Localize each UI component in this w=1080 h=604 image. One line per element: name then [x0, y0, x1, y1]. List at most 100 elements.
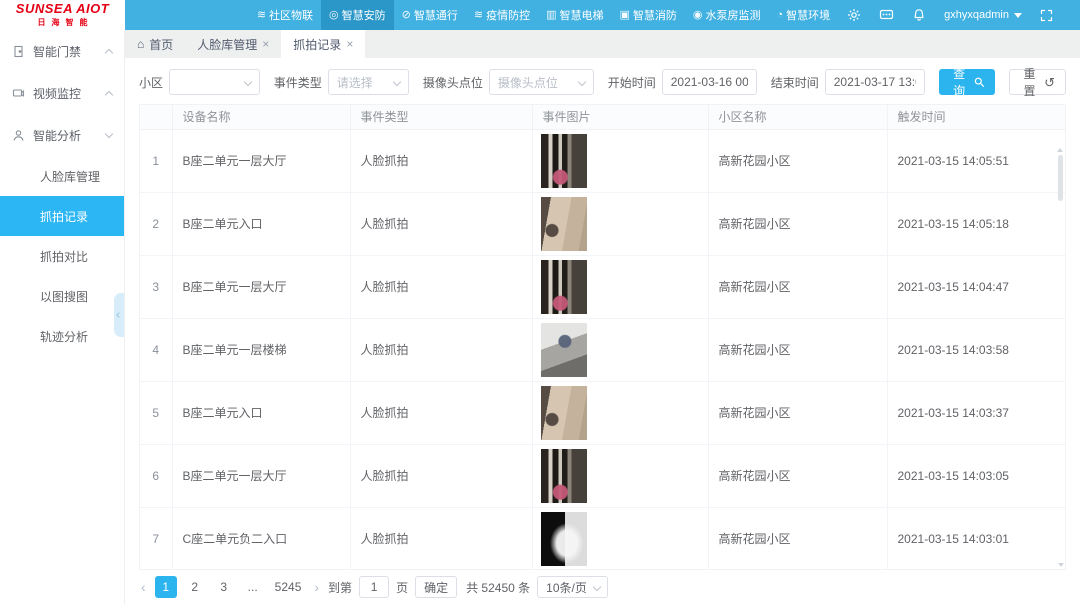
- page-number-button[interactable]: 1: [155, 576, 177, 598]
- device-name-cell: B座二单元一层楼梯: [172, 318, 350, 381]
- scrollbar-thumb[interactable]: [1058, 155, 1063, 201]
- event-snapshot-image[interactable]: [541, 512, 587, 566]
- sidebar-group-analysis[interactable]: 智能分析: [0, 114, 124, 156]
- next-page-icon[interactable]: ›: [312, 579, 321, 595]
- app-window: SUNSEA AIOT 日海智能 ≋ 社区物联 ◎ 智慧安防 ⊘ 智慧通行 ≋ …: [0, 0, 1080, 604]
- top-navbar: SUNSEA AIOT 日海智能 ≋ 社区物联 ◎ 智慧安防 ⊘ 智慧通行 ≋ …: [0, 0, 1080, 30]
- sidebar-item-label: 人脸库管理: [40, 168, 100, 185]
- event-snapshot-image[interactable]: [541, 386, 587, 440]
- pagination-bar: ‹ 1 2 3 ... 5245 › 到第 页 确定: [125, 570, 1080, 604]
- nav-item[interactable]: ▥ 智慧电梯: [538, 0, 611, 30]
- event-type-select[interactable]: 请选择: [328, 69, 409, 95]
- table-row[interactable]: 1 B座二单元一层大厅 人脸抓拍 高新花园小区 2021-03-15 14:05…: [140, 129, 1065, 192]
- event-snapshot-image[interactable]: [541, 260, 587, 314]
- page-size-select[interactable]: 10条/页: [537, 576, 608, 598]
- event-type-cell: 人脸抓拍: [350, 192, 532, 255]
- table-row[interactable]: 6 B座二单元一层大厅 人脸抓拍 高新花园小区 2021-03-15 14:03…: [140, 444, 1065, 507]
- community-name-cell: 高新花园小区: [708, 318, 887, 381]
- page-number-button[interactable]: ...: [242, 576, 264, 598]
- tab[interactable]: 抓拍记录 ×: [281, 30, 365, 58]
- community-filter-label: 小区: [139, 74, 163, 91]
- reset-button[interactable]: 重置 ↺: [1009, 69, 1066, 95]
- device-name-cell: B座二单元一层大厅: [172, 255, 350, 318]
- device-name-cell: B座二单元入口: [172, 381, 350, 444]
- end-time-input[interactable]: [825, 69, 925, 95]
- table-row[interactable]: 2 B座二单元入口 人脸抓拍 高新花园小区 2021-03-15 14:05:1…: [140, 192, 1065, 255]
- table-row[interactable]: 5 B座二单元入口 人脸抓拍 高新花园小区 2021-03-15 14:03:3…: [140, 381, 1065, 444]
- trigger-time-cell: 2021-03-15 14:03:01: [887, 507, 1065, 570]
- camera-placeholder: 摄像头点位: [498, 74, 558, 91]
- sidebar-item[interactable]: 抓拍记录: [0, 196, 124, 236]
- sidebar-item[interactable]: 抓拍对比: [0, 236, 124, 276]
- trigger-time-cell: 2021-03-15 14:04:47: [887, 255, 1065, 318]
- sidebar-group-video-monitor[interactable]: 视频监控: [0, 72, 124, 114]
- announcement-horn-icon[interactable]: [1062, 0, 1080, 30]
- nav-item[interactable]: ▣ 智慧消防: [612, 0, 685, 30]
- nav-item-label: 水泵房监测: [706, 7, 761, 23]
- nav-item[interactable]: ◔ 智慧环境: [769, 0, 839, 30]
- tab[interactable]: ⌂ 首页: [125, 30, 185, 58]
- tab-bar: ⌂ 首页 人脸库管理 × 抓拍记录 ×: [125, 30, 1080, 58]
- search-button[interactable]: 查询: [939, 69, 995, 95]
- door-access-icon: [12, 45, 25, 58]
- community-name-cell: 高新花园小区: [708, 444, 887, 507]
- event-type-cell: 人脸抓拍: [350, 129, 532, 192]
- jump-confirm-button[interactable]: 确定: [415, 576, 457, 598]
- event-snapshot-image[interactable]: [541, 323, 587, 377]
- event-image-cell: [532, 381, 708, 444]
- sidebar-collapse-handle[interactable]: [114, 293, 124, 337]
- start-time-input[interactable]: [662, 69, 757, 95]
- row-index: 7: [140, 507, 172, 570]
- page-number-button[interactable]: 2: [184, 576, 206, 598]
- table-row[interactable]: 3 B座二单元一层大厅 人脸抓拍 高新花园小区 2021-03-15 14:04…: [140, 255, 1065, 318]
- message-icon[interactable]: [870, 0, 903, 30]
- table-row[interactable]: 7 C座二单元负二入口 人脸抓拍 高新花园小区 2021-03-15 14:03…: [140, 507, 1065, 570]
- column-header-community: 小区名称: [708, 105, 887, 129]
- scroll-down-icon[interactable]: [1058, 563, 1064, 567]
- nav-item[interactable]: ⊘ 智慧通行: [394, 0, 466, 30]
- nav-item[interactable]: ≋ 疫情防控: [466, 0, 538, 30]
- row-index: 3: [140, 255, 172, 318]
- scroll-up-icon[interactable]: [1057, 131, 1063, 152]
- trigger-time-cell: 2021-03-15 14:05:18: [887, 192, 1065, 255]
- event-snapshot-image[interactable]: [541, 449, 587, 503]
- event-type-cell: 人脸抓拍: [350, 444, 532, 507]
- event-image-cell: [532, 444, 708, 507]
- tab-label: 首页: [149, 36, 173, 53]
- device-name-cell: C座二单元负二入口: [172, 507, 350, 570]
- sidebar-item-label: 抓拍记录: [40, 208, 88, 225]
- nav-item[interactable]: ◉ 水泵房监测: [685, 0, 769, 30]
- event-type-placeholder: 请选择: [337, 74, 373, 91]
- sidebar-item[interactable]: 轨迹分析: [0, 316, 124, 356]
- nav-item[interactable]: ◎ 智慧安防: [321, 0, 394, 30]
- page-number-button[interactable]: 3: [213, 576, 235, 598]
- row-index: 5: [140, 381, 172, 444]
- community-iot-icon: ≋: [257, 10, 266, 21]
- community-select[interactable]: [169, 69, 260, 95]
- sidebar-group-door-access[interactable]: 智能门禁: [0, 30, 124, 72]
- event-snapshot-image[interactable]: [541, 134, 587, 188]
- user-menu[interactable]: gxhyxqadmin: [935, 9, 1031, 21]
- jump-page-input[interactable]: [359, 576, 389, 598]
- camera-select[interactable]: 摄像头点位: [489, 69, 594, 95]
- close-icon[interactable]: ×: [346, 38, 353, 50]
- table-row[interactable]: 4 B座二单元一层楼梯 人脸抓拍 高新花园小区 2021-03-15 14:03…: [140, 318, 1065, 381]
- nav-item-label: 智慧电梯: [560, 7, 604, 23]
- tab[interactable]: 人脸库管理 ×: [185, 30, 281, 58]
- sidebar-item[interactable]: 人脸库管理: [0, 156, 124, 196]
- notification-bell-icon[interactable]: [903, 0, 935, 30]
- page-number-button[interactable]: 5245: [271, 576, 306, 598]
- fullscreen-icon[interactable]: [1031, 0, 1062, 30]
- event-snapshot-image[interactable]: [541, 197, 587, 251]
- nav-item-label: 智慧安防: [342, 7, 386, 23]
- prev-page-icon[interactable]: ‹: [139, 579, 148, 595]
- sidebar-item[interactable]: 以图搜图: [0, 276, 124, 316]
- settings-gear-icon[interactable]: [838, 0, 870, 30]
- nav-item[interactable]: ≋ 社区物联: [249, 0, 321, 30]
- close-icon[interactable]: ×: [262, 38, 269, 50]
- elevator-icon: ▥: [546, 10, 556, 21]
- trigger-time-cell: 2021-03-15 14:03:37: [887, 381, 1065, 444]
- table-scrollbar[interactable]: [1057, 131, 1064, 567]
- access-icon: ⊘: [402, 10, 411, 21]
- event-image-cell: [532, 318, 708, 381]
